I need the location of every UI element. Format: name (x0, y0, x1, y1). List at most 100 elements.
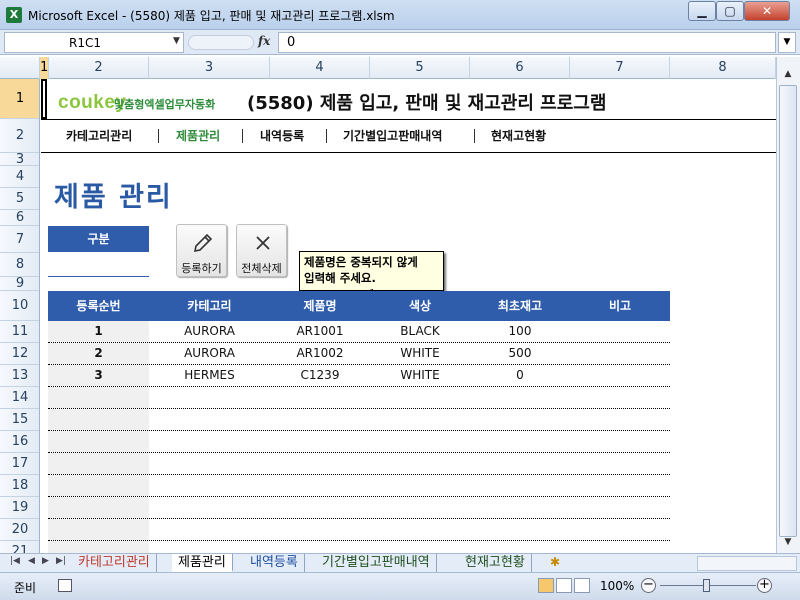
row-header[interactable]: 6 (0, 210, 39, 226)
category-cell[interactable]: HERMES (149, 365, 270, 386)
minimize-button[interactable]: ▁ (688, 1, 716, 21)
expand-formula-icon[interactable]: ▼ (778, 32, 796, 53)
maximize-button[interactable]: ▢ (716, 1, 744, 21)
table-row[interactable]: 3 HERMES C1239 WHITE 0 (48, 365, 670, 387)
horizontal-scrollbar[interactable] (697, 556, 797, 571)
table-row[interactable]: 1 AURORA AR1001 BLACK 100 (48, 321, 670, 343)
zoom-in-icon[interactable]: + (757, 578, 772, 593)
column-header[interactable]: 2 (49, 57, 149, 79)
zoom-out-icon[interactable]: − (641, 578, 656, 593)
macro-record-icon[interactable] (58, 579, 72, 592)
column-header[interactable]: 3 (149, 57, 270, 79)
note-cell[interactable] (570, 321, 670, 342)
empty-table-row[interactable] (48, 387, 670, 409)
row-header[interactable]: 18 (0, 475, 39, 497)
initial-stock-cell[interactable]: 100 (470, 321, 570, 342)
row-header[interactable]: 16 (0, 431, 39, 453)
sheet-tab-category[interactable]: 카테고리관리 (72, 554, 157, 572)
initial-stock-cell[interactable]: 500 (470, 343, 570, 364)
product-cell[interactable]: C1239 (270, 365, 370, 386)
vertical-scrollbar[interactable]: ▲ ▼ (776, 57, 800, 553)
insert-function-icon[interactable]: fx (258, 34, 270, 48)
row-header[interactable]: 5 (0, 188, 39, 210)
row-header[interactable]: 4 (0, 166, 39, 188)
nav-item-category[interactable]: 카테고리관리 (66, 127, 132, 144)
first-sheet-icon[interactable]: |◀ (10, 556, 20, 566)
filter-input[interactable] (48, 255, 149, 277)
column-header[interactable]: 1 (40, 57, 49, 79)
column-header[interactable]: 5 (370, 57, 470, 79)
sheet-tab-period-report[interactable]: 기간별입고판매내역 (316, 554, 437, 572)
row-header[interactable]: 15 (0, 409, 39, 431)
row-header[interactable]: 17 (0, 453, 39, 475)
row-header[interactable]: 20 (0, 519, 39, 541)
note-cell[interactable] (570, 365, 670, 386)
product-cell[interactable]: AR1001 (270, 321, 370, 342)
last-sheet-icon[interactable]: ▶| (56, 556, 66, 566)
page-break-view-icon[interactable] (574, 578, 590, 593)
nav-item-stock[interactable]: 현재고현황 (491, 127, 546, 144)
nav-item-history[interactable]: 내역등록 (260, 127, 304, 144)
delete-all-button[interactable]: 전체삭제 (236, 224, 287, 277)
scroll-up-icon[interactable]: ▲ (779, 69, 797, 83)
row-number[interactable]: 2 (48, 343, 149, 364)
color-cell[interactable]: WHITE (370, 343, 470, 364)
select-all-corner[interactable] (0, 57, 40, 79)
empty-table-row[interactable] (48, 431, 670, 453)
page-layout-view-icon[interactable] (556, 578, 572, 593)
row-number[interactable]: 3 (48, 365, 149, 386)
close-button[interactable]: ✕ (744, 1, 790, 21)
color-cell[interactable]: BLACK (370, 321, 470, 342)
nav-item-period-report[interactable]: 기간별입고판매내역 (343, 127, 442, 144)
zoom-level[interactable]: 100% (600, 579, 634, 593)
vertical-scroll-thumb[interactable] (779, 85, 797, 537)
prev-sheet-icon[interactable]: ◀ (28, 556, 35, 566)
formula-input[interactable]: 0 (278, 32, 776, 53)
row-header[interactable]: 2 (0, 119, 39, 153)
new-sheet-icon[interactable]: ✱ (550, 555, 560, 569)
empty-table-row[interactable] (48, 453, 670, 475)
nav-item-product[interactable]: 제품관리 (176, 127, 220, 144)
normal-view-icon[interactable] (538, 578, 554, 593)
sheet-tab-history[interactable]: 내역등록 (244, 554, 305, 572)
row-header[interactable]: 9 (0, 276, 39, 291)
zoom-slider-thumb[interactable] (703, 579, 710, 592)
row-header[interactable]: 21 (0, 541, 39, 553)
row-header[interactable]: 19 (0, 497, 39, 519)
name-box[interactable]: R1C1 ▼ (4, 32, 184, 53)
row-header[interactable]: 1 (0, 79, 39, 119)
category-cell[interactable]: AURORA (149, 321, 270, 342)
empty-table-row[interactable] (48, 519, 670, 541)
column-header[interactable]: 4 (270, 57, 370, 79)
row-header[interactable]: 13 (0, 365, 39, 387)
note-cell[interactable] (570, 343, 670, 364)
row-header[interactable]: 7 (0, 226, 39, 253)
row-number[interactable]: 1 (48, 321, 149, 342)
row-header[interactable]: 14 (0, 387, 39, 409)
color-cell[interactable]: WHITE (370, 365, 470, 386)
row-header[interactable]: 11 (0, 321, 39, 343)
row-header[interactable]: 8 (0, 253, 39, 277)
column-header[interactable]: 8 (670, 57, 776, 79)
register-button[interactable]: 등록하기 (176, 224, 227, 277)
next-sheet-icon[interactable]: ▶ (42, 556, 49, 566)
column-header[interactable]: 6 (470, 57, 570, 79)
row-header[interactable]: 12 (0, 343, 39, 365)
product-cell[interactable]: AR1002 (270, 343, 370, 364)
row-header[interactable]: 3 (0, 152, 39, 167)
sheet-tab-stock[interactable]: 현재고현황 (459, 554, 532, 572)
category-cell[interactable]: AURORA (149, 343, 270, 364)
formula-splitter[interactable] (188, 35, 254, 50)
chevron-down-icon[interactable]: ▼ (173, 36, 180, 46)
worksheet[interactable]: coukey 맞춤형엑셀업무자동화 (5580) 제품 입고, 판매 및 재고관… (41, 79, 776, 553)
column-header[interactable]: 7 (570, 57, 670, 79)
empty-table-row[interactable] (48, 409, 670, 431)
table-row[interactable]: 2 AURORA AR1002 WHITE 500 (48, 343, 670, 365)
empty-table-row[interactable] (48, 541, 670, 553)
sheet-tab-product[interactable]: 제품관리 (172, 554, 233, 572)
empty-table-row[interactable] (48, 475, 670, 497)
empty-table-row[interactable] (48, 497, 670, 519)
scroll-down-icon[interactable]: ▼ (779, 537, 797, 551)
initial-stock-cell[interactable]: 0 (470, 365, 570, 386)
row-header[interactable]: 10 (0, 291, 39, 321)
